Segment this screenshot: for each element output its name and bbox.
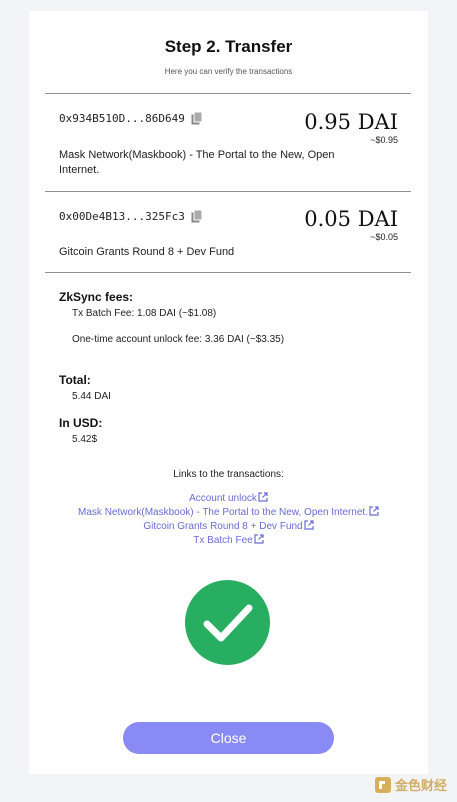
- page-title: Step 2. Transfer: [164, 37, 293, 56]
- watermark: 金色财经: [374, 775, 447, 794]
- tx-description-1: Mask Network(Maskbook) - The Portal to t…: [59, 149, 335, 176]
- link-label: Tx Batch Fee: [193, 535, 253, 546]
- tx-usd-1: ~$0.95: [370, 135, 398, 145]
- tx-address-1: 0x934B510D...86D649: [59, 112, 203, 125]
- external-link-icon: [254, 534, 264, 544]
- link-tx-batch-fee[interactable]: Tx Batch Fee: [29, 534, 428, 548]
- external-link-icon: [258, 492, 268, 502]
- tx-description-2: Gitcoin Grants Round 8 + Dev Fund: [59, 246, 235, 258]
- checkmark-success-icon: [185, 580, 270, 665]
- tx-address-text: 0x00De4B13...325Fc3: [59, 210, 185, 223]
- link-account-unlock[interactable]: Account unlock: [29, 492, 428, 506]
- external-link-icon: [369, 506, 379, 516]
- transfer-card: Step 2. Transfer Here you can verify the…: [29, 11, 428, 774]
- external-link-icon: [304, 520, 314, 530]
- divider: [45, 191, 411, 192]
- tx-amount-1: 0.95 DAI: [304, 110, 398, 134]
- divider: [45, 93, 411, 94]
- fees-heading: ZkSync fees:: [59, 290, 134, 304]
- copy-icon[interactable]: [191, 210, 203, 223]
- unlock-fee: One-time account unlock fee: 3.36 DAI (~…: [72, 334, 285, 345]
- link-label: Gitcoin Grants Round 8 + Dev Fund: [143, 521, 303, 532]
- total-heading: Total:: [59, 373, 91, 387]
- watermark-logo-icon: [374, 776, 391, 793]
- batch-fee: Tx Batch Fee: 1.08 DAI (~$1.08): [72, 308, 217, 319]
- page-subtitle: Here you can verify the transactions: [164, 67, 293, 76]
- copy-icon[interactable]: [191, 112, 203, 125]
- total-value: 5.44 DAI: [72, 391, 111, 402]
- tx-address-text: 0x934B510D...86D649: [59, 112, 185, 125]
- usd-heading: In USD:: [59, 416, 103, 430]
- divider: [45, 272, 411, 273]
- link-gitcoin-grants[interactable]: Gitcoin Grants Round 8 + Dev Fund: [29, 520, 428, 534]
- link-label: Account unlock: [189, 493, 257, 504]
- tx-amount-2: 0.05 DAI: [304, 207, 398, 231]
- watermark-text: 金色财经: [394, 778, 447, 793]
- link-label: Mask Network(Maskbook) - The Portal to t…: [78, 507, 368, 518]
- tx-usd-2: ~$0.05: [370, 232, 398, 242]
- close-button[interactable]: Close: [123, 722, 334, 754]
- link-mask-network[interactable]: Mask Network(Maskbook) - The Portal to t…: [29, 506, 428, 520]
- tx-address-2: 0x00De4B13...325Fc3: [59, 210, 203, 223]
- tx-links: Account unlock Mask Network(Maskbook) - …: [29, 492, 428, 548]
- usd-value: 5.42$: [72, 434, 98, 445]
- links-heading: Links to the transactions:: [173, 469, 284, 480]
